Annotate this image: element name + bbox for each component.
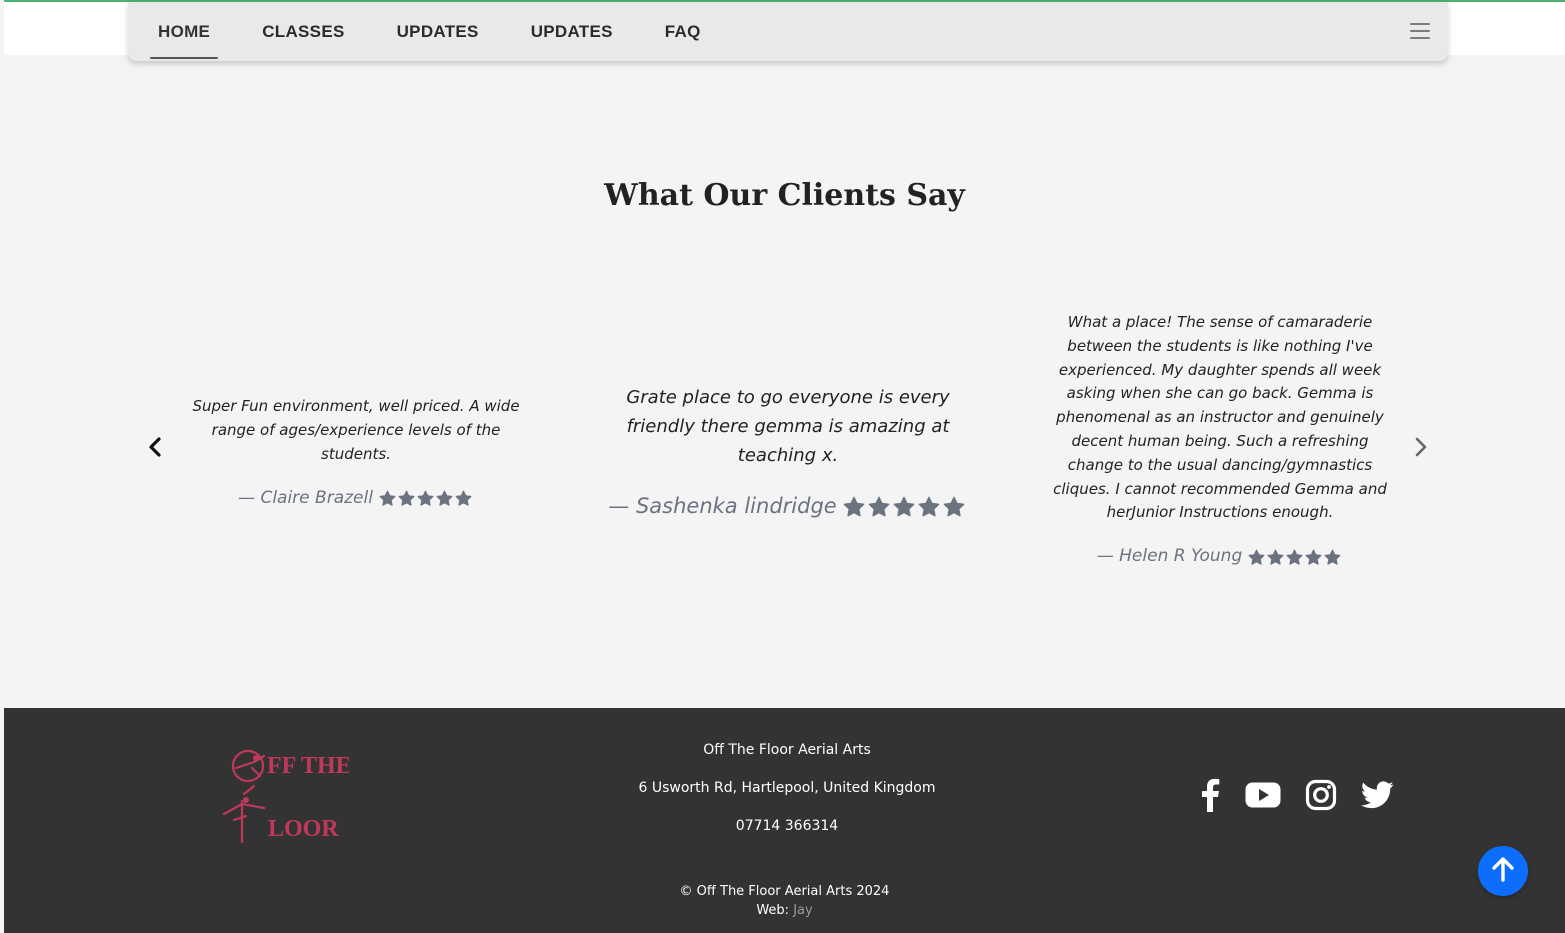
copyright-text: © Off The Floor Aerial Arts 2024: [679, 884, 890, 899]
star-icon: [436, 490, 453, 507]
star-icon: [1324, 549, 1341, 566]
star-icon: [843, 496, 865, 518]
web-credit: Web: Jay: [4, 901, 1565, 920]
star-icon: [893, 496, 915, 518]
testimonial-card: Grate place to go everyone is every frie…: [598, 383, 978, 521]
business-name: Off The Floor Aerial Arts: [703, 742, 871, 758]
star-icon: [1248, 549, 1265, 566]
youtube-icon[interactable]: [1245, 781, 1281, 809]
arrow-up-icon: [1491, 856, 1515, 886]
testimonial-author: — Sashenka lindridge: [608, 494, 837, 518]
facebook-icon[interactable]: [1199, 778, 1221, 812]
star-icon: [1267, 549, 1284, 566]
main-navbar: HOME CLASSES UPDATES UPDATES FAQ: [128, 2, 1448, 61]
nav-item-updates-2[interactable]: UPDATES: [523, 14, 621, 50]
web-label: Web:: [756, 903, 790, 918]
testimonial-quote: Super Fun environment, well priced. A wi…: [192, 397, 520, 463]
page: HOME CLASSES UPDATES UPDATES FAQ What Ou…: [4, 0, 1565, 933]
testimonial-author-line: — Claire Brazell: [180, 486, 532, 510]
hamburger-icon[interactable]: [1410, 23, 1430, 39]
star-icon: [943, 496, 965, 518]
footer: FF THE LOOR Off The Floor Aerial Arts 6 …: [4, 708, 1565, 933]
testimonial-author: — Claire Brazell: [238, 488, 373, 508]
nav-items: HOME CLASSES UPDATES UPDATES FAQ: [150, 2, 745, 61]
chevron-left-icon[interactable]: [143, 434, 167, 460]
star-icon: [1286, 549, 1303, 566]
copyright-block: © Off The Floor Aerial Arts 2024 Web: Ja…: [4, 882, 1565, 920]
testimonial-card: What a place! The sense of camaraderie b…: [1050, 311, 1390, 569]
footer-contact: Off The Floor Aerial Arts 6 Usworth Rd, …: [544, 740, 1030, 854]
svg-text:FF THE: FF THE: [267, 753, 349, 779]
star-icon: [918, 496, 940, 518]
star-icon: [455, 490, 472, 507]
web-credit-link[interactable]: Jay: [793, 903, 813, 918]
star-icon: [379, 490, 396, 507]
testimonial-author-line: — Sashenka lindridge: [598, 492, 978, 521]
star-rating: [379, 490, 474, 507]
back-to-top-button[interactable]: [1478, 846, 1528, 896]
business-address: 6 Usworth Rd, Hartlepool, United Kingdom: [638, 780, 936, 796]
nav-item-home[interactable]: HOME: [150, 14, 219, 59]
testimonials-title: What Our Clients Say: [604, 178, 965, 213]
brand-logo[interactable]: FF THE LOOR: [214, 746, 352, 846]
testimonial-quote: Grate place to go everyone is every frie…: [626, 387, 950, 466]
star-rating: [1248, 549, 1343, 566]
chevron-right-icon[interactable]: [1409, 434, 1433, 460]
business-phone[interactable]: 07714 366314: [544, 816, 1030, 854]
star-icon: [868, 496, 890, 518]
testimonial-quote: What a place! The sense of camaraderie b…: [1053, 313, 1387, 522]
social-links: [1199, 778, 1418, 812]
instagram-icon[interactable]: [1305, 779, 1337, 811]
nav-item-updates[interactable]: UPDATES: [389, 14, 487, 50]
twitter-icon[interactable]: [1361, 781, 1394, 809]
star-icon: [398, 490, 415, 507]
testimonial-card: Super Fun environment, well priced. A wi…: [180, 394, 532, 510]
star-rating: [843, 496, 968, 518]
svg-text:LOOR: LOOR: [268, 816, 339, 842]
testimonial-author-line: — Helen R Young: [1050, 545, 1390, 569]
star-icon: [1305, 549, 1322, 566]
nav-item-classes[interactable]: CLASSES: [254, 14, 352, 50]
star-icon: [417, 490, 434, 507]
testimonial-author: — Helen R Young: [1096, 546, 1243, 567]
nav-item-faq[interactable]: FAQ: [657, 14, 709, 50]
